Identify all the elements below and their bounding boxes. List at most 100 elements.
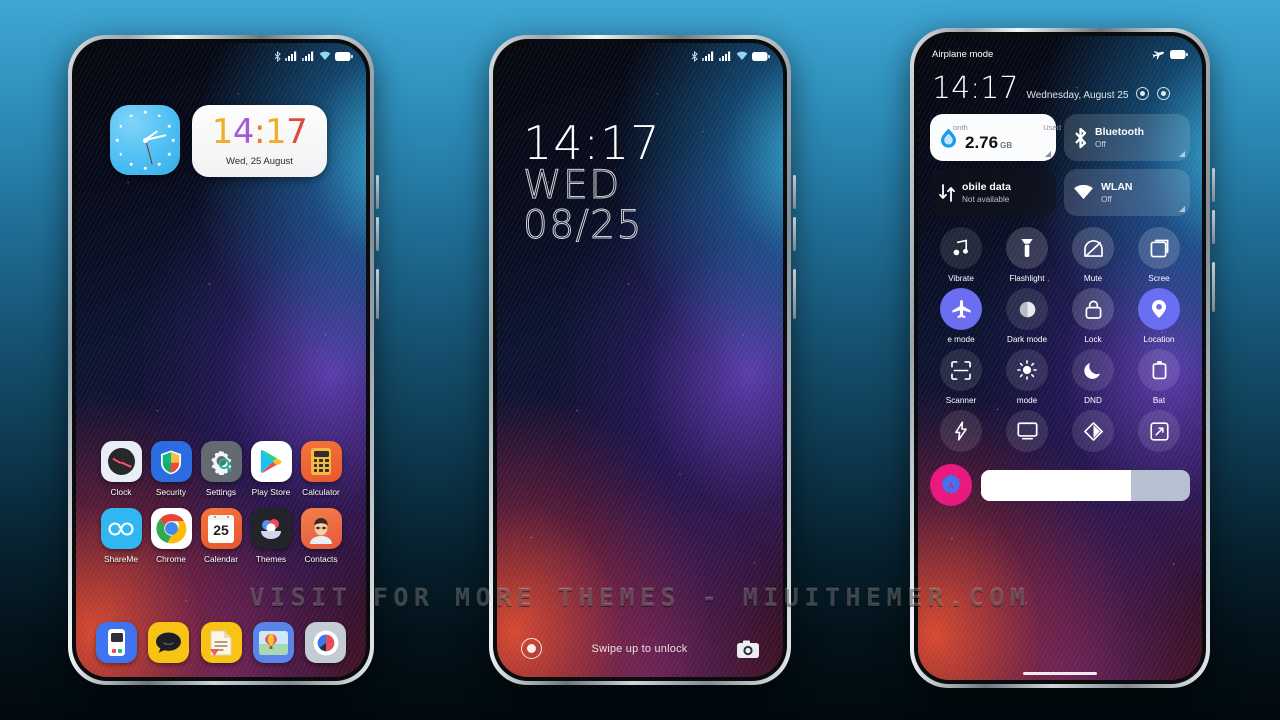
time-char: 7: [286, 112, 308, 152]
app-contacts[interactable]: Contacts: [296, 508, 346, 564]
phone3-screen[interactable]: Airplane mode 14:17 Wednesday, August 25: [918, 36, 1202, 680]
toggle-mute[interactable]: Mute: [1062, 227, 1124, 283]
gallery-icon[interactable]: [252, 622, 294, 663]
side-button-volume-down[interactable]: [1212, 210, 1215, 244]
app-row-1: Clock Security Settings Play Store Calcu…: [96, 441, 346, 497]
bluetooth-tile[interactable]: Bluetooth Off: [1064, 114, 1190, 161]
toggle-label: Bat: [1152, 396, 1166, 405]
analog-clock-widget[interactable]: [110, 105, 180, 175]
brightness-slider[interactable]: [981, 469, 1190, 501]
app-play-store[interactable]: Play Store: [246, 441, 296, 497]
auto-brightness-icon[interactable]: A: [930, 464, 972, 506]
color-invert-icon: [1072, 410, 1114, 452]
side-button-power[interactable]: [1212, 262, 1215, 312]
toggle-label: e mode: [947, 335, 975, 344]
expand-corner-icon[interactable]: [1179, 206, 1185, 212]
data-usage-value: 2.76 GB: [965, 133, 1047, 153]
app-label: Settings: [205, 487, 237, 497]
bluetooth-state: Off: [1095, 139, 1106, 149]
calendar-icon: 25: [200, 508, 242, 549]
battery-icon: [752, 51, 770, 61]
phone1-screen[interactable]: 14:17 Wed, 25 August Clock Security Sett…: [76, 43, 366, 677]
app-label: Chrome: [156, 554, 186, 564]
lockscreen-day-of-week: WED: [523, 163, 621, 209]
messages-icon[interactable]: [148, 622, 190, 663]
edit-circle-icon[interactable]: [1157, 87, 1171, 100]
phone-home-screen: 14:17 Wed, 25 August Clock Security Sett…: [68, 35, 379, 685]
app-calendar[interactable]: 25 Calendar: [196, 508, 246, 564]
app-label: Play Store: [251, 487, 291, 497]
wlan-tile[interactable]: WLAN Off: [1064, 169, 1190, 216]
toggle-reading-mode[interactable]: mode: [996, 349, 1058, 405]
dock: [96, 622, 346, 663]
phone-dialer-icon[interactable]: [96, 622, 137, 663]
toggle-airplane-mode[interactable]: e mode: [930, 288, 992, 344]
toggle-scanner[interactable]: Scanner: [930, 349, 992, 405]
notes-icon[interactable]: [200, 622, 242, 663]
control-center-header: Airplane mode: [930, 46, 1190, 60]
toggle-battery-saver[interactable]: Bat: [1128, 349, 1190, 405]
brightness-fill: [981, 469, 1132, 501]
browser-icon[interactable]: [305, 622, 346, 663]
app-calculator[interactable]: Calculator: [296, 441, 346, 497]
app-label: Calculator: [302, 487, 340, 497]
side-button-volume-up[interactable]: [793, 175, 796, 209]
toggle-dark-mode[interactable]: Dark mode: [996, 288, 1058, 344]
app-security[interactable]: Security: [146, 441, 196, 497]
app-themes[interactable]: Themes: [246, 508, 296, 564]
app-chrome[interactable]: Chrome: [146, 508, 196, 564]
settings-circle-icon[interactable]: [1136, 87, 1150, 100]
data-usage-card[interactable]: onth Used 2.76 GB: [930, 114, 1061, 161]
chrome-icon: [150, 508, 192, 549]
toggle-vibrate[interactable]: Vibrate: [930, 227, 992, 283]
toggle-label: Lock: [1084, 335, 1102, 344]
camera-icon[interactable]: [737, 640, 759, 658]
side-button-volume-down[interactable]: [793, 217, 796, 251]
flashlight-ring-icon[interactable]: [521, 638, 542, 659]
security-shield-icon: [150, 441, 192, 482]
side-button-power[interactable]: [376, 269, 379, 319]
time-char: 1: [264, 112, 287, 152]
toggle-label: Scree: [1148, 274, 1170, 283]
expand-corner-icon[interactable]: [1045, 151, 1051, 157]
app-shareme[interactable]: ShareMe: [96, 508, 146, 564]
toggle-cast-screen[interactable]: [996, 410, 1058, 457]
home-widgets: 14:17 Wed, 25 August: [110, 105, 327, 177]
vibrate-icon: [940, 227, 982, 269]
side-button-power[interactable]: [793, 269, 796, 319]
phone2-screen[interactable]: 14:17 WED 08/25 Swipe up to unlock: [497, 43, 783, 677]
side-button-volume-up[interactable]: [376, 175, 379, 209]
side-button-volume-down[interactable]: [376, 217, 379, 251]
brightness-row: A: [930, 464, 1190, 506]
big-tiles-grid: onth Used 2.76 GB Bluetooth Off obile da…: [930, 114, 1190, 216]
toggle-screen-lock[interactable]: Lock: [1062, 288, 1124, 344]
wlan-tile-text: WLAN Off: [1101, 181, 1133, 203]
toggle-dnd[interactable]: DND: [1062, 349, 1124, 405]
calendar-day: 25: [213, 521, 229, 538]
toggle-location[interactable]: Location: [1128, 288, 1190, 344]
data-usage-number: 2.76: [965, 132, 999, 152]
toggle-screenshot[interactable]: Scree: [1128, 227, 1190, 283]
toggle-label: Vibrate: [948, 274, 974, 283]
expand-corner-icon[interactable]: [1179, 151, 1185, 157]
bluetooth-tile-text: Bluetooth Off: [1095, 126, 1144, 148]
signal-icon: [702, 51, 714, 61]
toggle-color-invert[interactable]: [1062, 410, 1124, 457]
toggle-flashlight[interactable]: Flashlight: [996, 227, 1058, 283]
time-char: 4: [232, 112, 255, 152]
data-usage-headers: onth Used: [953, 123, 1061, 132]
bluetooth-icon: [691, 50, 698, 62]
side-button-volume-up[interactable]: [1212, 168, 1215, 202]
shareme-icon: [100, 508, 142, 549]
contacts-icon: [300, 508, 342, 549]
toggle-expand[interactable]: [1128, 410, 1190, 457]
app-clock[interactable]: Clock: [96, 441, 146, 497]
wifi-icon: [1074, 184, 1093, 199]
bluetooth-icon: [274, 50, 281, 62]
mobile-data-tile[interactable]: obile data Not available: [930, 169, 1056, 216]
digital-clock-widget[interactable]: 14:17 Wed, 25 August: [192, 105, 327, 177]
wifi-icon: [736, 51, 748, 60]
toggle-lightning[interactable]: [930, 410, 992, 457]
wlan-title: WLAN: [1101, 181, 1133, 194]
app-settings[interactable]: Settings: [196, 441, 246, 497]
